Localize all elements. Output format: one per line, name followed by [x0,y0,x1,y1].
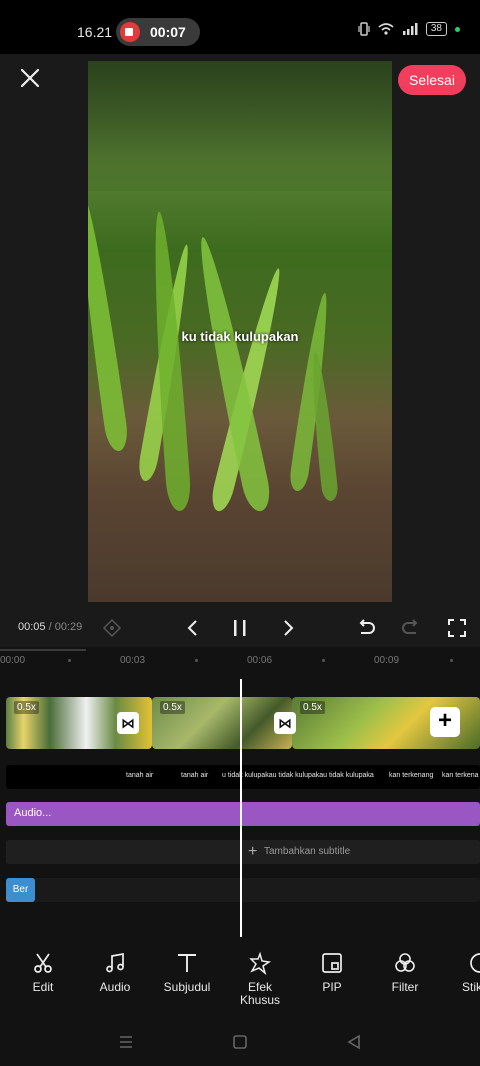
ruler-label: 00:03 [120,655,146,666]
subtitle-track[interactable]: tanah air tanah air u tidak kulupakau ti… [6,765,480,789]
clip-speed-badge: 0.5x [300,701,325,714]
ruler-tick [68,659,71,662]
previous-frame-icon[interactable] [182,617,204,639]
privacy-dot [455,26,460,32]
playback-controls: 00:05 / 00:29 [0,609,480,647]
wifi-icon [378,23,394,35]
text-track[interactable]: Ber [6,878,480,902]
editor-area: Selesai ku tidak kulupakan [0,54,480,609]
plant-leaf [88,191,130,453]
home-icon[interactable] [231,1033,249,1051]
status-time: 16.21 [77,24,113,40]
transition-icon[interactable]: ⋈ [274,712,296,734]
tool-pip[interactable]: PIP [296,951,368,994]
keyframe-icon[interactable] [101,617,123,639]
subtitle-segment[interactable]: tanah air [181,772,208,779]
ruler-tick [450,659,453,662]
ruler-tick [322,659,325,662]
status-icons: 38 [358,22,460,36]
recording-time: 00:07 [150,24,186,40]
add-clip-button[interactable]: + [430,707,460,737]
next-frame-icon[interactable] [277,617,299,639]
fullscreen-icon[interactable] [446,617,468,639]
record-camera-icon [120,22,140,42]
undo-icon[interactable] [355,617,377,639]
tool-subtitle[interactable]: Subjudul [151,951,223,994]
music-note-icon [106,952,124,973]
scissors-icon [34,953,52,973]
tool-label: Edit [32,980,54,994]
subtitle-segment[interactable]: u tidak kulupakau tidak kulupakau tidak … [222,772,374,779]
tool-label: Efek Khusus [239,980,281,1007]
subtitle-segment[interactable]: kan terkena [442,772,479,779]
text-icon [178,954,196,972]
tool-edit[interactable]: Edit [7,951,79,994]
current-time: 00:05 [18,621,46,633]
tool-sticker[interactable]: Stik [444,951,480,994]
timeline[interactable]: 00:00 00:03 00:06 00:09 0.5x 0.5x 0.5x ⋈… [0,647,480,937]
subtitle-segment[interactable]: kan terkenang [389,772,433,779]
done-button[interactable]: Selesai [398,65,466,95]
audio-label: Audio... [14,807,52,819]
total-time: / 00:29 [45,621,83,633]
background-foliage [88,61,392,191]
tool-label: Stik [462,980,480,994]
sparkle-star-icon [249,951,272,975]
time-ruler: 00:00 00:03 00:06 00:09 [0,655,480,669]
tool-audio[interactable]: Audio [79,951,151,994]
status-bar: 16.21 00:07 38 [0,0,480,54]
plus-icon: + [248,843,258,860]
system-nav-bar [0,1017,480,1066]
vibrate-icon [358,22,370,36]
playhead[interactable] [240,679,242,937]
ruler-label: 00:09 [374,655,400,666]
back-icon[interactable] [345,1033,363,1051]
add-subtitle-button[interactable]: + Tambahkan subtitle [6,840,480,864]
tool-label: Subjudul [163,980,211,994]
redo-icon[interactable] [400,617,422,639]
text-chip[interactable]: Ber [6,878,35,902]
tool-special-effects[interactable]: Efek Khusus [224,951,296,1007]
audio-track[interactable]: Audio... [6,802,480,826]
filter-circles-icon [395,953,415,972]
ruler-label: 00:06 [247,655,273,666]
pause-icon[interactable] [229,617,251,639]
tool-label: PIP [322,980,342,994]
tool-filter[interactable]: Filter [369,951,441,994]
clip-speed-badge: 0.5x [160,701,185,714]
tool-label: Audio [99,980,131,994]
video-preview[interactable]: ku tidak kulupakan [88,61,392,602]
toolbar: Edit Audio Subjudul Efek Khusus PIP Filt… [0,937,480,1017]
time-display: 00:05 / 00:29 [18,621,82,633]
signal-icon [402,23,418,35]
recent-apps-icon[interactable] [117,1033,135,1051]
timeline-progress [0,649,86,651]
subtitle-segment[interactable]: tanah air [126,772,153,779]
ruler-tick [195,659,198,662]
sticker-icon [470,953,480,973]
ruler-label: 00:00 [0,655,26,666]
battery-indicator: 38 [425,22,447,36]
close-icon[interactable] [18,66,42,90]
screen-recording-pill[interactable]: 00:07 [116,18,200,46]
add-subtitle-label: Tambahkan subtitle [264,846,351,857]
clip-speed-badge: 0.5x [14,701,39,714]
video-clip[interactable]: 0.5x [152,697,292,749]
video-caption[interactable]: ku tidak kulupakan [88,329,392,344]
tool-label: Filter [391,980,419,994]
pip-icon [322,953,342,973]
transition-icon[interactable]: ⋈ [117,712,139,734]
